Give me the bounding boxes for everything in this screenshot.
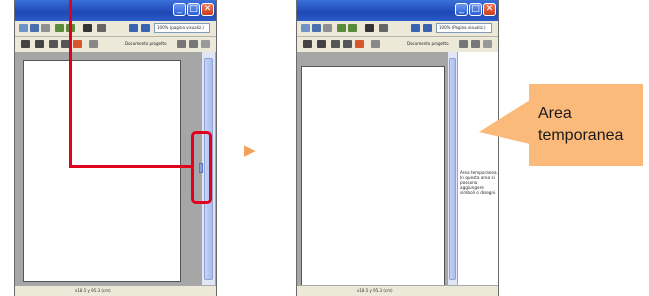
right-window: _ □ ✕ 100% (Pagina visualiz.) Documento …: [296, 0, 499, 296]
link-tool-icon[interactable]: [89, 40, 98, 48]
zoom-out-icon[interactable]: [141, 24, 150, 32]
zoom-select[interactable]: 100% (pagina visualiz.): [154, 23, 210, 33]
text-tool-icon[interactable]: [303, 40, 312, 48]
zoom-out-icon[interactable]: [423, 24, 432, 32]
close-button[interactable]: ✕: [201, 3, 214, 16]
left-status-text: x18.5 y 95.3 (cm): [75, 288, 111, 293]
zoom-in-icon[interactable]: [129, 24, 138, 32]
left-toolbar-1: 100% (pagina visualiz.): [15, 21, 216, 37]
zoom-in-icon[interactable]: [411, 24, 420, 32]
zoom-select[interactable]: 100% (Pagina visualiz.): [436, 23, 492, 33]
temporary-area-panel[interactable]: Area temporanea. In questa area si posso…: [457, 52, 498, 286]
print-icon[interactable]: [41, 24, 50, 32]
print-icon[interactable]: [323, 24, 332, 32]
maximize-button[interactable]: □: [469, 3, 482, 16]
undo-icon[interactable]: [337, 24, 346, 32]
paste-icon[interactable]: [189, 40, 198, 48]
left-toolbar-2: Documento progetto: [15, 37, 216, 53]
rectangle-tool-icon[interactable]: [49, 40, 58, 48]
shape-icon[interactable]: [379, 24, 388, 32]
left-status-bar: x18.5 y 95.3 (cm): [15, 285, 216, 296]
symbol-tool-icon[interactable]: [355, 40, 364, 48]
right-toolbar-1: 100% (Pagina visualiz.): [297, 21, 498, 37]
callout-label: Area temporanea: [538, 105, 624, 144]
redo-icon[interactable]: [348, 24, 357, 32]
line-tool-icon[interactable]: [317, 40, 326, 48]
paste-icon[interactable]: [471, 40, 480, 48]
symbol-tool-icon[interactable]: [73, 40, 82, 48]
cursor-icon[interactable]: [365, 24, 374, 32]
right-status-bar: x18.5 y 95.3 (cm): [297, 285, 498, 296]
settings-icon[interactable]: [201, 40, 210, 48]
minimize-button[interactable]: _: [173, 3, 186, 16]
copy-icon[interactable]: [177, 40, 186, 48]
left-page: [23, 60, 181, 282]
link-tool-icon[interactable]: [371, 40, 380, 48]
right-page: [301, 66, 445, 286]
right-toolbar-2: Documento progetto: [297, 37, 498, 53]
cursor-icon[interactable]: [83, 24, 92, 32]
next-arrow-icon: ▶: [244, 141, 256, 159]
undo-icon[interactable]: [55, 24, 64, 32]
left-title-bar: _ □ ✕: [15, 0, 216, 21]
text-tool-icon[interactable]: [21, 40, 30, 48]
open-icon[interactable]: [19, 24, 28, 32]
right-scrollbar[interactable]: [447, 52, 457, 286]
rectangle-tool-icon[interactable]: [331, 40, 340, 48]
toolbar-label: Documento progetto: [407, 41, 449, 46]
open-icon[interactable]: [301, 24, 310, 32]
right-work-area: Area temporanea. In questa area si posso…: [297, 52, 498, 286]
minimize-button[interactable]: _: [455, 3, 468, 16]
right-scroll-thumb[interactable]: [449, 58, 456, 280]
left-work-area: [15, 52, 216, 286]
left-window: _ □ ✕ 100% (pagina visualiz.) Documento …: [14, 0, 217, 296]
close-button[interactable]: ✕: [483, 3, 496, 16]
copy-icon[interactable]: [459, 40, 468, 48]
line-tool-icon[interactable]: [35, 40, 44, 48]
right-title-bar: _ □ ✕: [297, 0, 498, 21]
right-status-text: x18.5 y 95.3 (cm): [357, 288, 393, 293]
highlight-line-vertical: [69, 0, 72, 168]
maximize-button[interactable]: □: [187, 3, 200, 16]
save-icon[interactable]: [312, 24, 321, 32]
highlight-line-horizontal: [69, 165, 193, 168]
temporary-area-text: Area temporanea. In questa area si posso…: [460, 170, 498, 195]
ellipse-tool-icon[interactable]: [343, 40, 352, 48]
save-icon[interactable]: [30, 24, 39, 32]
toolbar-label: Documento progetto: [125, 41, 167, 46]
shape-icon[interactable]: [97, 24, 106, 32]
settings-icon[interactable]: [483, 40, 492, 48]
splitter-handle[interactable]: [199, 163, 203, 173]
